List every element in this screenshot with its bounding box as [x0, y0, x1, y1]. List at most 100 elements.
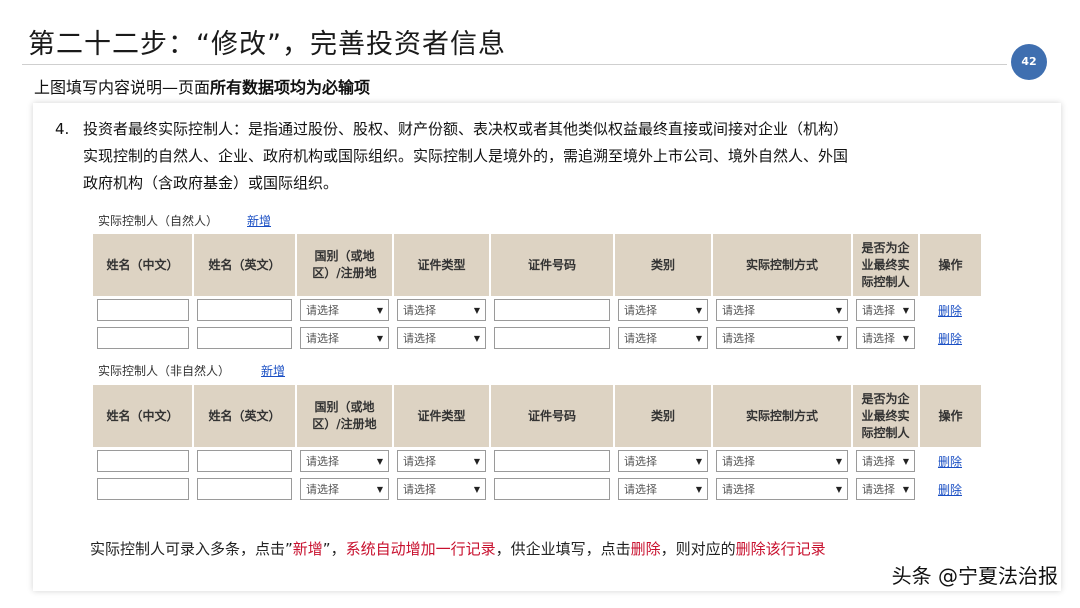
col-country: 国别（或地区）/注册地	[296, 234, 394, 296]
col-category: 类别	[614, 385, 713, 447]
subtitle: 上图填写内容说明—页面所有数据项均为必输项	[34, 74, 370, 98]
chevron-down-icon: ▼	[835, 305, 842, 315]
table-header-row: 姓名（中文） 姓名（英文） 国别（或地区）/注册地 证件类型 证件号码 类别 实…	[93, 234, 981, 296]
country-select[interactable]: 请选择 ▼	[300, 450, 389, 472]
watermark: 头条 @宁夏法治报	[891, 564, 1058, 588]
chevron-down-icon: ▼	[835, 484, 842, 494]
col-name-en: 姓名（英文）	[193, 385, 297, 447]
country-select[interactable]: 请选择 ▼	[300, 299, 389, 321]
id-number-input[interactable]	[494, 299, 610, 321]
id-number-input[interactable]	[494, 450, 610, 472]
usage-note: 实际控制人可录入多条，点击”新增”，系统自动增加一行记录，供企业填写，点击删除，…	[90, 538, 826, 559]
chevron-down-icon: ▼	[835, 333, 842, 343]
description: 4. 投资者最终实际控制人：是指通过股份、股权、财产份额、表决权或者其他类似权益最…	[55, 116, 1015, 197]
note-highlight-auto-row: 系统自动增加一行记录	[345, 540, 496, 558]
delete-link[interactable]: 删除	[938, 332, 962, 346]
category-select[interactable]: 请选择 ▼	[618, 327, 708, 349]
description-number: 4.	[55, 120, 70, 138]
page-number-badge: 42	[1011, 44, 1047, 80]
col-id-number: 证件号码	[490, 234, 615, 296]
chevron-down-icon: ▼	[376, 305, 383, 315]
chevron-down-icon: ▼	[473, 333, 480, 343]
slide-title: 第二十二步：“修改”，完善投资者信息	[28, 29, 506, 60]
nonnatural-table: 姓名（中文） 姓名（英文） 国别（或地区）/注册地 证件类型 证件号码 类别 实…	[93, 385, 981, 503]
name-cn-input[interactable]	[97, 327, 189, 349]
name-cn-input[interactable]	[97, 478, 189, 500]
col-country: 国别（或地区）/注册地	[296, 385, 394, 447]
col-name-en: 姓名（英文）	[193, 234, 297, 296]
natural-add-link[interactable]: 新增	[247, 212, 271, 229]
note-text: ，则对应的	[660, 540, 736, 558]
delete-link[interactable]: 删除	[938, 455, 962, 469]
name-en-input[interactable]	[197, 478, 292, 500]
col-id-type: 证件类型	[393, 385, 491, 447]
category-select[interactable]: 请选择 ▼	[618, 450, 708, 472]
col-name-cn: 姓名（中文）	[93, 385, 194, 447]
table-header-row: 姓名（中文） 姓名（英文） 国别（或地区）/注册地 证件类型 证件号码 类别 实…	[93, 385, 981, 447]
subtitle-plain: 上图填写内容说明—页面	[34, 78, 211, 97]
col-id-number: 证件号码	[490, 385, 615, 447]
chevron-down-icon: ▼	[902, 305, 909, 315]
description-line-3: 政府机构（含政府基金）或国际组织。	[83, 174, 339, 192]
chevron-down-icon: ▼	[695, 305, 702, 315]
chevron-down-icon: ▼	[473, 305, 480, 315]
id-number-input[interactable]	[494, 327, 610, 349]
name-en-input[interactable]	[197, 450, 292, 472]
control-method-select[interactable]: 请选择 ▼	[716, 327, 848, 349]
col-id-type: 证件类型	[393, 234, 491, 296]
chevron-down-icon: ▼	[376, 456, 383, 466]
chevron-down-icon: ▼	[473, 456, 480, 466]
note-text: ”，	[322, 540, 346, 558]
country-select[interactable]: 请选择 ▼	[300, 327, 389, 349]
chevron-down-icon: ▼	[902, 456, 909, 466]
id-number-input[interactable]	[494, 478, 610, 500]
chevron-down-icon: ▼	[473, 484, 480, 494]
description-line-1: 4. 投资者最终实际控制人：是指通过股份、股权、财产份额、表决权或者其他类似权益最…	[55, 116, 1015, 143]
chevron-down-icon: ▼	[835, 456, 842, 466]
subtitle-bold: 所有数据项均为必输项	[210, 78, 371, 97]
id-type-select[interactable]: 请选择 ▼	[397, 299, 486, 321]
final-controller-select[interactable]: 请选择 ▼	[856, 327, 915, 349]
note-highlight-delete: 删除	[630, 540, 661, 558]
col-action: 操作	[919, 385, 981, 447]
table-row: 请选择 ▼ 请选择 ▼ 请选择 ▼ 请选择 ▼ 请选择 ▼ 删除	[93, 296, 981, 324]
nonnatural-section-label: 实际控制人（非自然人）	[98, 364, 231, 378]
note-highlight-add: 新增	[292, 540, 323, 558]
col-category: 类别	[614, 234, 713, 296]
final-controller-select[interactable]: 请选择 ▼	[856, 478, 915, 500]
col-control-method: 实际控制方式	[712, 234, 853, 296]
control-method-select[interactable]: 请选择 ▼	[716, 450, 848, 472]
col-is-final-controller: 是否为企业最终实际控制人	[852, 385, 920, 447]
nonnatural-add-link[interactable]: 新增	[261, 362, 285, 379]
delete-link[interactable]: 删除	[938, 483, 962, 497]
chevron-down-icon: ▼	[902, 333, 909, 343]
note-text: 实际控制人可录入多条，点击”	[90, 540, 293, 558]
country-select[interactable]: 请选择 ▼	[300, 478, 389, 500]
table-row: 请选择 ▼ 请选择 ▼ 请选择 ▼ 请选择 ▼ 请选择 ▼ 删除	[93, 447, 981, 475]
table-row: 请选择 ▼ 请选择 ▼ 请选择 ▼ 请选择 ▼ 请选择 ▼ 删除	[93, 475, 981, 503]
name-cn-input[interactable]	[97, 299, 189, 321]
category-select[interactable]: 请选择 ▼	[618, 299, 708, 321]
description-text-1: 投资者最终实际控制人：是指通过股份、股权、财产份额、表决权或者其他类似权益最终直…	[83, 120, 849, 138]
final-controller-select[interactable]: 请选择 ▼	[856, 450, 915, 472]
category-select[interactable]: 请选择 ▼	[618, 478, 708, 500]
chevron-down-icon: ▼	[902, 484, 909, 494]
control-method-select[interactable]: 请选择 ▼	[716, 478, 848, 500]
name-en-input[interactable]	[197, 327, 292, 349]
name-cn-input[interactable]	[97, 450, 189, 472]
name-en-input[interactable]	[197, 299, 292, 321]
id-type-select[interactable]: 请选择 ▼	[397, 450, 486, 472]
control-method-select[interactable]: 请选择 ▼	[716, 299, 848, 321]
chevron-down-icon: ▼	[376, 484, 383, 494]
description-line-2: 实现控制的自然人、企业、政府机构或国际组织。实际控制人是境外的，需追溯至境外上市…	[83, 147, 849, 165]
id-type-select[interactable]: 请选择 ▼	[397, 327, 486, 349]
col-control-method: 实际控制方式	[712, 385, 853, 447]
delete-link[interactable]: 删除	[938, 304, 962, 318]
natural-table: 姓名（中文） 姓名（英文） 国别（或地区）/注册地 证件类型 证件号码 类别 实…	[93, 234, 981, 352]
note-text: ，供企业填写，点击	[495, 540, 631, 558]
chevron-down-icon: ▼	[695, 456, 702, 466]
chevron-down-icon: ▼	[695, 333, 702, 343]
natural-section-label: 实际控制人（自然人）	[98, 214, 219, 228]
id-type-select[interactable]: 请选择 ▼	[397, 478, 486, 500]
final-controller-select[interactable]: 请选择 ▼	[856, 299, 915, 321]
